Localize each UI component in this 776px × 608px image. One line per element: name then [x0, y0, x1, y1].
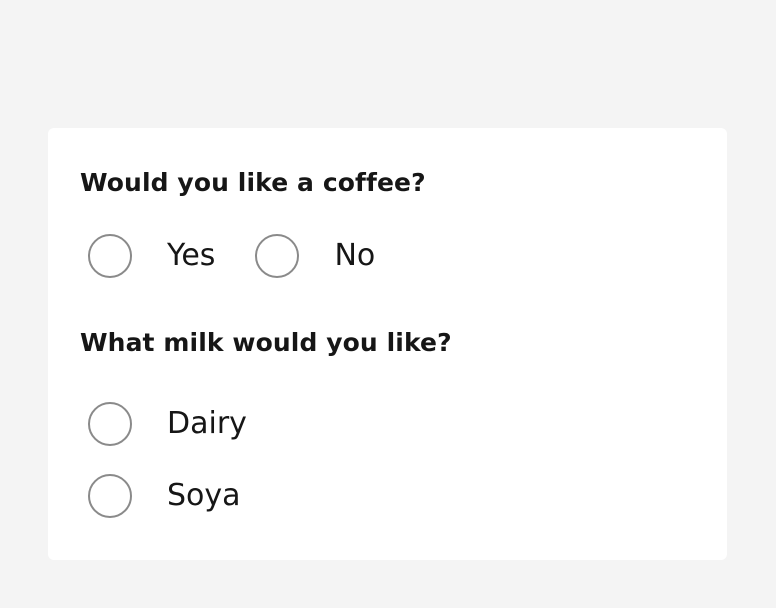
radio-label-dairy[interactable]: Dairy — [167, 400, 247, 448]
radio-button-soya[interactable] — [88, 474, 132, 518]
question-coffee-label: Would you like a coffee? — [80, 168, 426, 197]
radio-label-soya[interactable]: Soya — [167, 472, 241, 520]
radio-option-dairy[interactable]: Dairy — [88, 400, 247, 448]
radio-label-yes[interactable]: Yes — [167, 232, 215, 280]
milk-radio-group: Dairy Soya — [88, 400, 247, 544]
radio-button-yes[interactable] — [88, 234, 132, 278]
radio-button-dairy[interactable] — [88, 402, 132, 446]
radio-option-no[interactable]: No — [255, 232, 375, 280]
radio-option-yes[interactable]: Yes — [88, 232, 215, 280]
radio-button-no[interactable] — [255, 234, 300, 278]
radio-option-soya[interactable]: Soya — [88, 472, 247, 520]
question-milk-label: What milk would you like? — [80, 328, 452, 357]
coffee-radio-group: Yes No — [88, 232, 415, 280]
question-card: Would you like a coffee? Yes No What mil… — [48, 128, 727, 560]
radio-label-no[interactable]: No — [334, 232, 375, 280]
